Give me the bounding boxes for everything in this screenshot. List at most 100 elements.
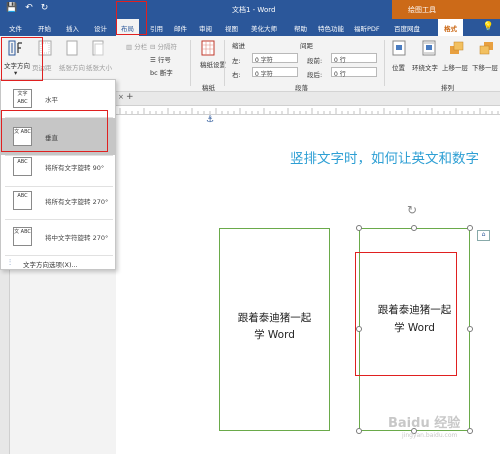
paragraph-group-label: 段落 [295,84,308,92]
text-box-2[interactable]: 跟着泰迪猪一起 学 Word [359,228,470,431]
indent-left-input[interactable]: 0 字符 [252,53,298,64]
tab-design[interactable]: 设计 [94,23,107,33]
resize-handle[interactable] [356,326,362,332]
new-tab-icon[interactable]: + [126,92,134,102]
margins-icon[interactable] [36,40,54,56]
spacing-label: 间距 [300,42,313,50]
textbox1-line-1: 跟着泰迪猪一起 [237,312,312,324]
menu-item-label: 将中文字符旋转 270° [45,234,109,242]
drawing-tools-context: 绘图工具 [392,0,500,19]
menu-item-rotate-90[interactable]: ABC 将所有文字旋转 90° [1,148,115,185]
ribbon-separator [224,40,225,86]
document-heading: 竖排文字时，如何让英文和数字 [290,151,479,167]
indent-label: 缩进 [232,42,245,50]
space-after-input[interactable]: 0 行 [331,67,377,78]
text-direction-dropdown-arrow[interactable]: ▾ [14,69,17,77]
text-direction-options-icon: ⫶ [9,258,11,267]
size-icon[interactable] [89,40,107,56]
space-before-label: 段前: [307,57,323,65]
ribbon-tab-bar: 文件 开始 插入 设计 布局 引用 邮件 审阅 视图 美化大师 帮助 特色功能 … [0,19,500,36]
menu-item-label: 垂直 [45,134,58,142]
indent-left-label: 左: [232,57,241,65]
send-backward-icon[interactable] [478,40,496,56]
menu-item-text-direction-options[interactable]: ⫶ 文字方向选项(X)... [1,256,115,270]
menu-item-rotate-asian-270[interactable]: 文 ABC 将中文字符旋转 270° [1,218,115,255]
resize-handle[interactable] [467,326,473,332]
tab-home[interactable]: 开始 [38,23,51,33]
position-icon[interactable] [390,40,408,56]
save-icon[interactable]: 💾 [6,3,17,13]
text-direction-menu: 文字 ABC 水平 文 ABC 垂直 ABC 将所有文字旋转 90° ABC 将… [0,79,116,270]
send-backward-button[interactable]: 下移一层 [472,62,498,72]
tab-file[interactable]: 文件 [9,23,22,33]
manuscript-button[interactable]: 稿纸设置 [200,59,226,69]
vertical-ruler[interactable] [0,270,10,454]
resize-handle[interactable] [356,428,362,434]
position-button[interactable]: 位置 [392,62,405,72]
wrap-text-icon[interactable] [420,40,438,56]
tab-insert[interactable]: 插入 [66,23,79,33]
watermark-logo: Baidu 经验 [388,416,461,431]
vertical-text-icon: 文 ABC [13,127,32,146]
menu-item-horizontal[interactable]: 文字 ABC 水平 [1,80,115,117]
breaks-button[interactable]: ⊟ 分隔符 [150,41,177,51]
tab-format[interactable]: 格式 [438,19,463,36]
text-box-1[interactable]: 跟着泰迪猪一起 学 Word [219,228,330,431]
menu-item-label: 将所有文字旋转 90° [45,164,105,172]
ruler-ticks [119,108,499,114]
menu-item-label: 水平 [45,96,58,104]
margins-button[interactable]: 页边距 [32,62,52,72]
resize-handle[interactable] [356,225,362,231]
anchor-icon: ⚓ [206,115,215,125]
lightbulb-icon[interactable]: 💡 [483,22,494,32]
title-bar: 💾 ↶ ↻ 文档1 - Word 绘图工具 [0,0,500,19]
bring-forward-icon[interactable] [448,40,466,56]
tab-view[interactable]: 视图 [225,23,238,33]
indent-right-label: 右: [232,71,241,79]
resize-handle[interactable] [467,225,473,231]
close-tab-icon[interactable]: × [118,93,124,101]
size-button[interactable]: 纸张大小 [86,62,112,72]
space-before-input[interactable]: 0 行 [331,53,377,64]
layout-options-icon[interactable]: ⌂ [477,230,490,241]
textbox1-line-2: 学 Word [254,329,295,341]
orientation-icon[interactable] [63,40,81,56]
orientation-button[interactable]: 纸张方向 [59,62,85,72]
undo-icon[interactable]: ↶ [25,3,33,13]
document-tab-strip: × + [116,92,500,106]
menu-item-label: 将所有文字旋转 270° [45,198,109,206]
space-after-label: 段后: [307,71,323,79]
manuscript-icon[interactable] [199,40,217,56]
breaks-label: 分隔符 [157,43,178,51]
resize-handle[interactable] [467,428,473,434]
textbox2-line-1: 跟着泰迪猪一起 [377,304,452,316]
line-numbers-label: 行号 [157,56,171,64]
arrange-group-label: 排列 [441,84,454,92]
tab-review[interactable]: 审阅 [199,23,212,33]
bring-forward-button[interactable]: 上移一层 [442,62,468,72]
menu-item-label: 文字方向选项(X)... [23,261,78,269]
horizontal-ruler[interactable] [116,106,500,115]
hyphenation-button[interactable]: bc 断字 [150,67,173,77]
line-numbers-button[interactable]: ☰ 行号 [150,54,171,64]
redo-icon[interactable]: ↻ [41,3,49,13]
menu-item-rotate-270[interactable]: ABC 将所有文字旋转 270° [1,182,115,219]
tab-featured[interactable]: 特色功能 [318,23,344,33]
tab-references[interactable]: 引用 [150,23,163,33]
ribbon-separator [190,40,191,86]
rotate-270-icon: ABC [13,191,32,210]
tab-baidu-netdisk[interactable]: 百度网盘 [394,23,420,33]
columns-button[interactable]: ▥ 分栏 [126,41,147,51]
tab-mailings[interactable]: 邮件 [174,23,187,33]
wrap-text-button[interactable]: 环绕文字 [412,62,438,72]
tab-foxit-pdf[interactable]: 福昕PDF [354,23,380,33]
resize-handle[interactable] [411,225,417,231]
quick-access-toolbar: 💾 ↶ ↻ [6,3,48,13]
columns-label: 分栏 [134,43,148,51]
tab-help[interactable]: 帮助 [294,23,307,33]
tab-layout[interactable]: 布局 [116,19,139,36]
tab-beautify-master[interactable]: 美化大师 [251,23,277,33]
indent-right-input[interactable]: 0 字符 [252,67,298,78]
rotate-handle-icon[interactable]: ↻ [407,203,417,217]
text-direction-icon[interactable] [8,40,26,56]
